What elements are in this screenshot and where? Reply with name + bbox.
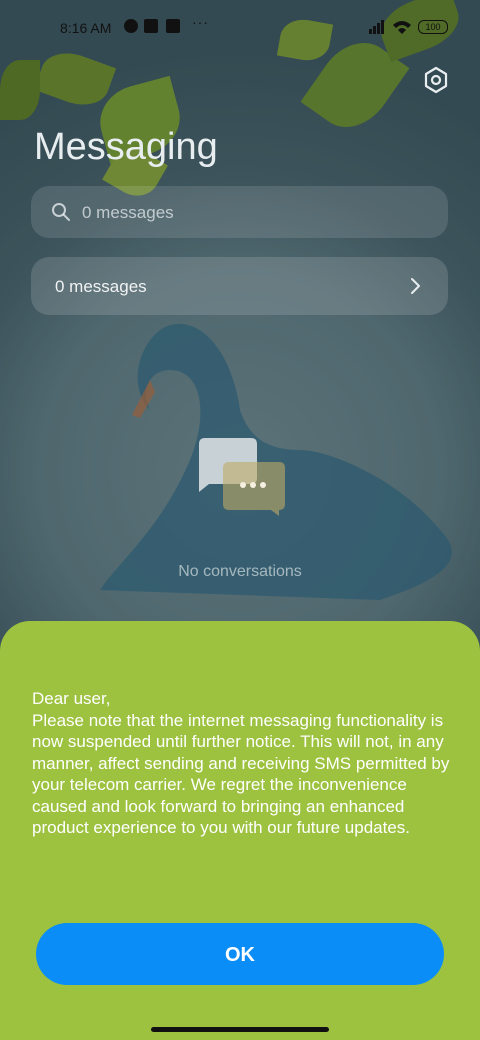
ok-button[interactable]: OK xyxy=(36,923,444,985)
search-icon xyxy=(52,203,70,221)
status-time: 8:16 AM xyxy=(60,20,112,36)
messages-card-label: 0 messages xyxy=(55,277,147,296)
empty-state-text: No conversations xyxy=(178,563,302,580)
chat-bubbles-icon xyxy=(199,438,285,516)
notification-icon xyxy=(166,19,180,33)
status-bar: 8:16 AM ··· 100 xyxy=(0,0,480,56)
page-title: Messaging xyxy=(34,126,218,168)
wifi-icon xyxy=(393,21,411,34)
signal-icon xyxy=(369,20,384,34)
home-indicator[interactable] xyxy=(151,1027,329,1032)
more-notifications-icon: ··· xyxy=(192,14,209,30)
notification-icon xyxy=(144,19,158,33)
battery-indicator: 100 xyxy=(418,20,448,34)
notice-dialog: Dear user, Please note that the internet… xyxy=(0,621,480,1040)
search-bar[interactable]: 0 messages xyxy=(31,186,448,238)
gear-icon[interactable] xyxy=(422,66,450,94)
notification-icon xyxy=(124,19,138,33)
dialog-message: Dear user, Please note that the internet… xyxy=(32,689,450,837)
chevron-right-icon xyxy=(411,278,420,294)
search-input[interactable]: 0 messages xyxy=(82,203,174,223)
messages-card[interactable]: 0 messages xyxy=(31,257,448,315)
